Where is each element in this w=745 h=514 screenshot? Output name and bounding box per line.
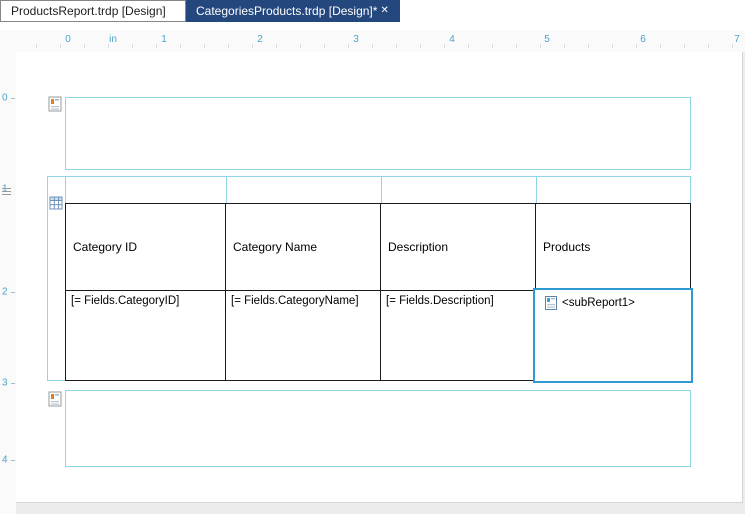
header-cell-text: Category Name — [233, 240, 318, 254]
document-tab-bar: ProductsReport.trdp [Design] CategoriesP… — [0, 0, 745, 30]
h-ruler-label: 4 — [449, 34, 455, 45]
header-cell-text: Category ID — [73, 240, 138, 254]
page-header-item[interactable] — [65, 97, 691, 170]
h-ruler-label: 1 — [161, 34, 167, 45]
h-ruler-label: 5 — [544, 34, 550, 45]
close-icon[interactable]: ✕ — [377, 4, 391, 18]
h-ruler-label: 3 — [353, 34, 359, 45]
table-column-grips[interactable] — [65, 176, 691, 204]
section-resize-handle-icon[interactable] — [2, 188, 11, 196]
report-designer-window: ProductsReport.trdp [Design] CategoriesP… — [0, 0, 745, 514]
v-ruler-label: 0 — [2, 92, 8, 104]
h-ruler-label: 7 — [734, 34, 740, 45]
table-detail-cell[interactable]: [= Fields.CategoryID] — [66, 291, 226, 380]
tab-label: ProductsReport.trdp [Design] — [11, 4, 166, 18]
h-ruler-label: 0 — [65, 34, 71, 45]
subreport-icon — [545, 296, 557, 310]
v-ruler-tick — [11, 460, 15, 461]
header-cell-text: Description — [388, 240, 449, 254]
table-header-cell[interactable]: Category ID — [66, 204, 226, 291]
detail-cell-expression: [= Fields.CategoryName] — [231, 295, 359, 307]
table-detail-cell[interactable]: [= Fields.CategoryName] — [226, 291, 381, 380]
ruler-corner — [0, 30, 16, 52]
page-header-section-icon[interactable] — [48, 96, 62, 112]
v-ruler-tick — [11, 98, 15, 99]
detail-cell-expression: [= Fields.CategoryID] — [71, 295, 180, 307]
v-ruler-label: 2 — [2, 286, 8, 298]
detail-cell-expression: [= Fields.Description] — [386, 295, 494, 307]
h-ruler-unit: in — [109, 34, 117, 45]
column-grip-divider — [381, 177, 382, 203]
v-ruler-label: 3 — [2, 377, 8, 389]
subreport-label: <subReport1> — [562, 297, 635, 309]
column-grip-divider — [536, 177, 537, 203]
subreport-item[interactable]: <subReport1> — [533, 288, 693, 383]
horizontal-ruler: 0 in 1 2 3 4 5 6 7 — [16, 30, 745, 52]
tab-products-report[interactable]: ProductsReport.trdp [Design] — [0, 0, 186, 22]
tab-categories-products[interactable]: CategoriesProducts.trdp [Design]* ✕ — [186, 0, 400, 22]
v-ruler-tick — [11, 383, 15, 384]
table-detail-cell[interactable]: [= Fields.Description] — [381, 291, 536, 380]
page-footer-section-icon[interactable] — [48, 391, 62, 407]
table-icon[interactable] — [49, 196, 63, 210]
table-header-cell[interactable]: Description — [381, 204, 536, 291]
column-grip-divider — [226, 177, 227, 203]
v-ruler-tick — [11, 292, 15, 293]
ruler-ticks — [36, 44, 745, 48]
vertical-ruler: 0 1 2 3 4 — [0, 52, 16, 514]
v-ruler-label: 4 — [2, 454, 8, 466]
header-cell-text: Products — [543, 240, 591, 254]
h-ruler-label: 6 — [640, 34, 646, 45]
h-ruler-label: 2 — [257, 34, 263, 45]
page-footer-item[interactable] — [65, 390, 691, 467]
table-header-cell[interactable]: Products — [536, 204, 690, 291]
tab-label: CategoriesProducts.trdp [Design]* — [196, 4, 378, 18]
table-header-cell[interactable]: Category Name — [226, 204, 381, 291]
